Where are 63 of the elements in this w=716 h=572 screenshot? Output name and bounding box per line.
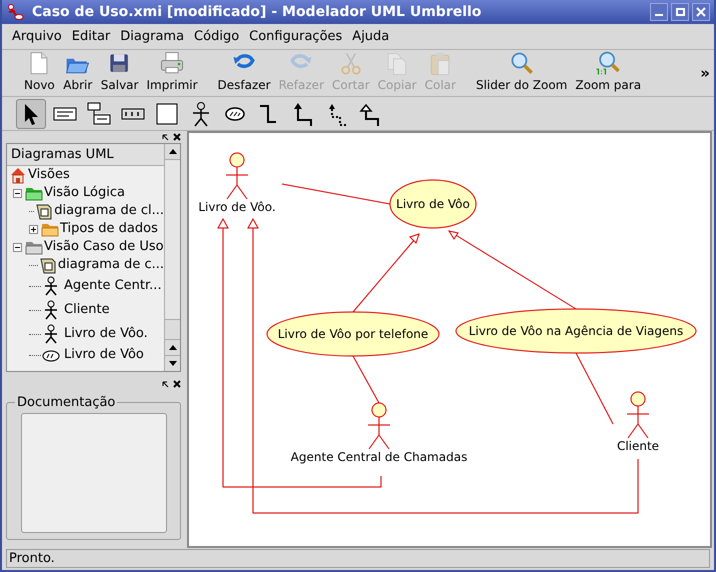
toolbar-button[interactable]: Novo: [20, 50, 59, 96]
expander-icon[interactable]: [29, 224, 38, 234]
tree-item[interactable]: Agente Centr...: [64, 276, 162, 296]
toolbar-button[interactable]: Desfazer: [214, 50, 275, 96]
use-case-label: Livro de Vôo na Agência de Viagens: [468, 323, 684, 340]
toolbar-button[interactable]: Abrir: [58, 50, 97, 96]
undock-icon[interactable]: [162, 380, 169, 388]
menu-item[interactable]: Editar: [66, 26, 116, 46]
menu-item[interactable]: Configurações: [244, 26, 348, 46]
tree-item[interactable]: diagrama de cl...: [54, 201, 164, 221]
toolbar-button[interactable]: Salvar: [96, 50, 142, 96]
tree-item[interactable]: Tipos de dados: [60, 219, 158, 239]
actor-figure: [226, 152, 248, 200]
note-tool-icon: [85, 100, 113, 128]
house-icon: [9, 166, 27, 184]
tree-item[interactable]: Visão Caso de Uso: [44, 237, 164, 257]
tree-item[interactable]: Visão Lógica: [44, 183, 125, 203]
association-line: [576, 352, 614, 424]
tree-item[interactable]: Visões: [28, 165, 70, 185]
documentation-field[interactable]: [20, 413, 166, 533]
actor-icon: [42, 324, 60, 344]
palette-tool-button[interactable]: [16, 98, 46, 128]
expander-icon[interactable]: [13, 188, 22, 198]
menu-item[interactable]: Diagrama: [115, 26, 190, 46]
scroll-down-icon[interactable]: [168, 361, 176, 366]
tree-item[interactable]: Livro de Vôo: [64, 345, 144, 365]
scroll-up-icon[interactable]: [168, 345, 176, 350]
toolbar-button[interactable]: Zoom para: [571, 50, 646, 96]
toolbar-button[interactable]: Slider do Zoom: [472, 50, 572, 96]
overflow-button[interactable]: »: [700, 50, 714, 96]
tree-item[interactable]: diagrama de c...: [58, 255, 164, 275]
actor-figure: [368, 402, 390, 450]
actor-label: Livro de Vôo.: [198, 199, 276, 216]
close-icon: [696, 7, 706, 17]
undock-icon[interactable]: [162, 134, 169, 140]
tree-item[interactable]: Livro de Vôo.: [64, 324, 148, 344]
menu-item[interactable]: Ajuda: [347, 26, 394, 46]
actor-figure: [626, 392, 650, 438]
actor-label: Agente Central de Chamadas: [290, 449, 468, 466]
diagram-icon: [35, 202, 54, 220]
use-case-label: Livro de Vôo: [396, 196, 470, 213]
menu-item[interactable]: Arquivo: [7, 26, 67, 46]
window-title: Caso de Uso.xmi [modificado] - Modelador UML Umbrello: [32, 2, 482, 22]
minimize-button[interactable]: [650, 3, 668, 21]
expander-icon[interactable]: [13, 242, 22, 252]
actor-icon: [42, 300, 60, 320]
close-icon[interactable]: [173, 133, 181, 141]
status-bar: Pronto.: [6, 549, 710, 568]
app-icon: [6, 3, 24, 21]
column-header[interactable]: Diagramas UML: [7, 144, 164, 166]
scroll-up-icon[interactable]: [168, 149, 176, 154]
diagram-icon: [38, 256, 57, 274]
tree-item[interactable]: Cliente: [64, 300, 110, 320]
scrollbar[interactable]: [164, 144, 180, 371]
association-line: [352, 356, 380, 404]
menu-item[interactable]: Código: [189, 26, 244, 46]
actor-label: Cliente: [616, 438, 660, 455]
close-icon[interactable]: [173, 380, 181, 388]
use-case-label: Livro de Vôo por telefone: [278, 326, 428, 343]
toolbar-button[interactable]: Imprimir: [142, 50, 202, 96]
actor-icon: [42, 276, 60, 296]
close-button[interactable]: [692, 3, 710, 21]
maximize-button[interactable]: [671, 3, 689, 21]
